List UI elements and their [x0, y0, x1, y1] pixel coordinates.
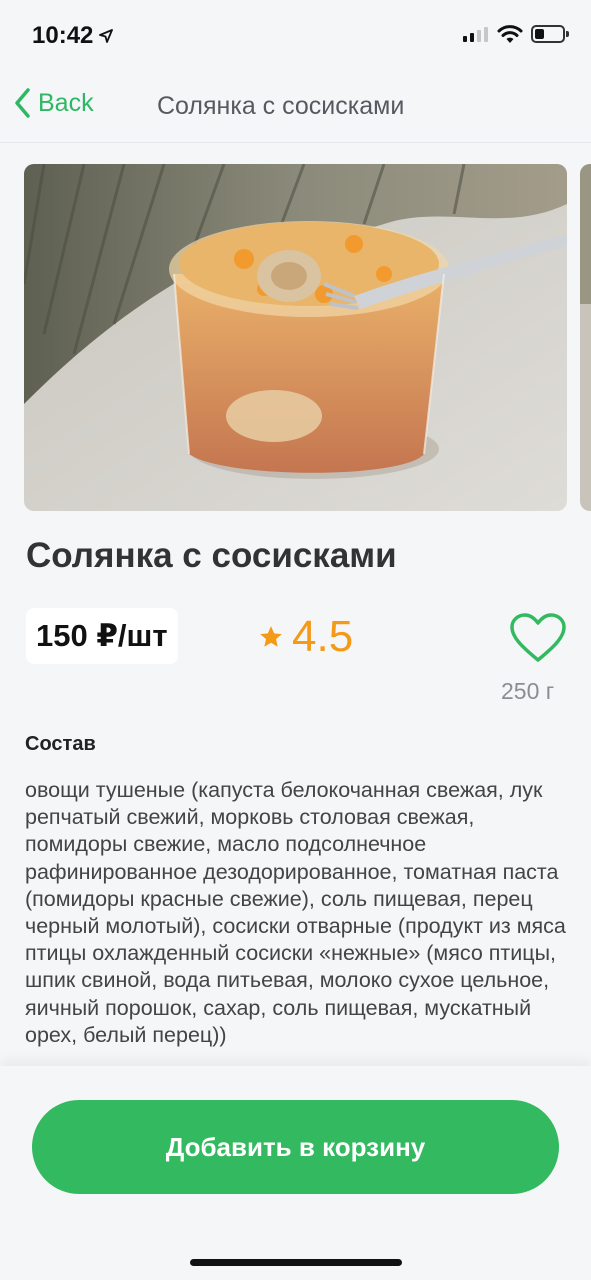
- favorite-button[interactable]: [509, 612, 567, 664]
- next-photo-preview[interactable]: [580, 164, 591, 511]
- star-icon: [260, 626, 282, 647]
- navigation-bar: Back Солянка с сосисками: [0, 70, 591, 143]
- heart-icon: [510, 613, 566, 662]
- next-product-image: [580, 164, 591, 511]
- product-photo[interactable]: [24, 164, 567, 511]
- wifi-icon: [497, 25, 523, 43]
- chevron-left-icon: [15, 88, 30, 118]
- status-time: 10:42: [32, 22, 114, 50]
- back-button[interactable]: Back: [14, 88, 94, 118]
- bottom-action-bar: Добавить в корзину: [0, 1066, 591, 1280]
- time-text: 10:42: [32, 22, 94, 49]
- composition-title: Состав: [25, 733, 96, 755]
- price-badge: 150 ₽/шт: [26, 608, 178, 664]
- product-title: Солянка с сосисками: [26, 536, 397, 575]
- rating-value: 4.5: [292, 612, 354, 661]
- composition-text: овощи тушеные (капуста белокочанная свеж…: [25, 778, 566, 1047]
- battery-icon: [531, 25, 569, 43]
- nav-title: Солянка с сосисками: [157, 92, 405, 120]
- add-to-cart-button[interactable]: Добавить в корзину: [32, 1100, 559, 1194]
- signal-icon: [463, 27, 488, 42]
- rating: 4.5: [258, 612, 353, 662]
- product-weight: 250 г: [501, 678, 555, 704]
- home-indicator: [190, 1259, 402, 1266]
- product-screen: 10:42 Back Солянка с сосисками Солянка с…: [0, 0, 591, 1280]
- back-label: Back: [38, 88, 94, 117]
- product-image: [24, 164, 567, 511]
- location-arrow-icon: [99, 29, 114, 43]
- status-bar: 10:42: [0, 0, 591, 70]
